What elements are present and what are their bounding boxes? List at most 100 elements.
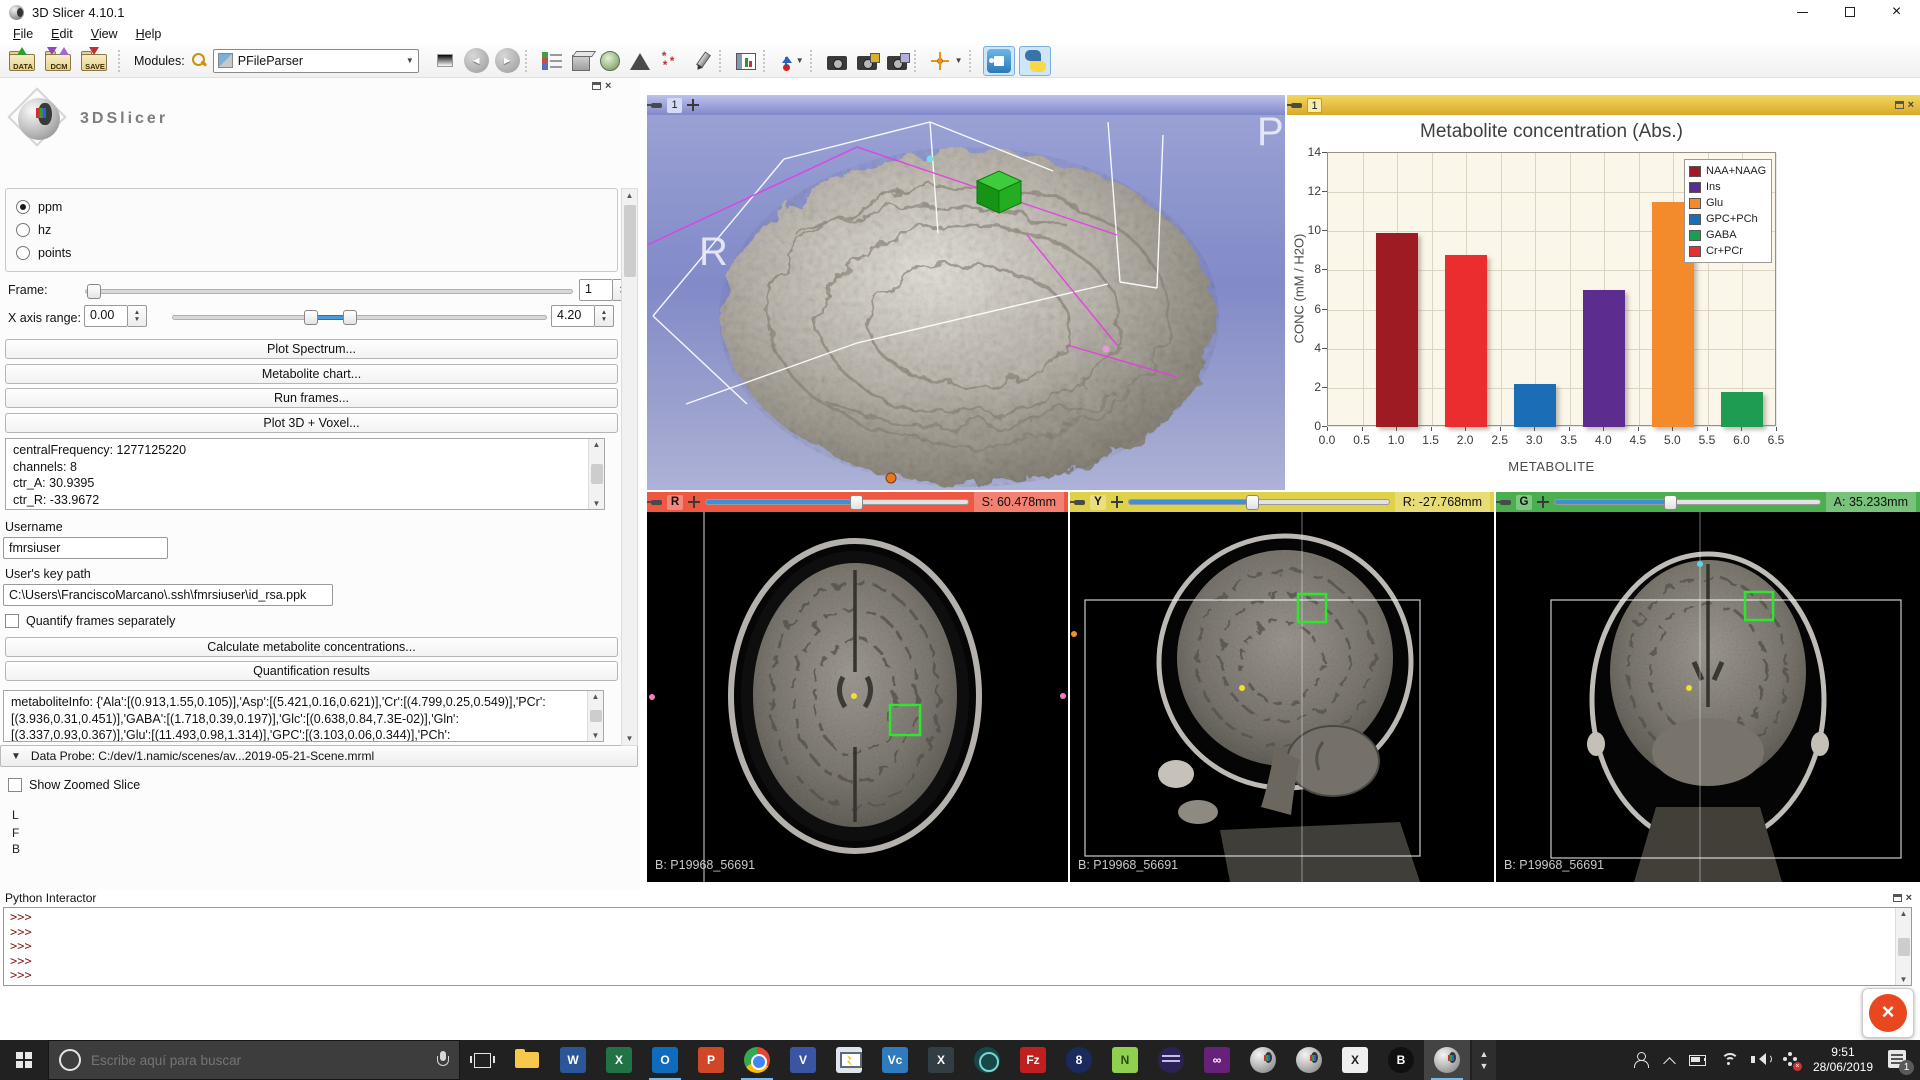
menu-item-view[interactable]: View bbox=[82, 27, 127, 41]
radio-points[interactable]: points bbox=[16, 244, 71, 262]
taskbar-app-word[interactable]: W bbox=[550, 1040, 596, 1080]
volume-icon[interactable] bbox=[1751, 1051, 1769, 1069]
undock-icon[interactable] bbox=[1895, 101, 1904, 109]
pin-icon[interactable] bbox=[1500, 500, 1511, 505]
data-probe-collapse-bar[interactable]: ▼ Data Probe: C:/dev/1.namic/scenes/av..… bbox=[0, 745, 638, 767]
metabolite-chart[interactable]: Metabolite concentration (Abs.) METABOLI… bbox=[1287, 115, 1920, 490]
notification-center-button[interactable]: 1 bbox=[1886, 1048, 1910, 1072]
yellow-fiducial[interactable] bbox=[1239, 685, 1245, 691]
yellow-fiducial[interactable] bbox=[851, 693, 857, 699]
metabolite-scrollbar[interactable]: ▲ ▼ bbox=[587, 691, 603, 741]
button-quantification-results[interactable]: Quantification results bbox=[5, 661, 618, 681]
green-slice-viewport[interactable]: B: P19968_56691 bbox=[1496, 512, 1920, 882]
frame-slider-handle[interactable] bbox=[87, 284, 101, 299]
volume-module-icon[interactable] bbox=[572, 55, 590, 71]
taskbar-app-chrome[interactable] bbox=[734, 1040, 780, 1080]
close-icon[interactable]: × bbox=[1908, 101, 1914, 109]
button-calculate-metabolite-concentrations[interactable]: Calculate metabolite concentrations... bbox=[5, 637, 618, 657]
pin-icon[interactable] bbox=[651, 103, 662, 108]
taskbar-app-slicer-window-1[interactable] bbox=[1240, 1040, 1286, 1080]
x-range-min-spinbox[interactable]: 0.00 ▲▼ bbox=[84, 305, 147, 327]
taskbar-app-x-server[interactable]: X bbox=[1332, 1040, 1378, 1080]
red-slider-handle[interactable] bbox=[850, 495, 863, 510]
save-button[interactable]: SAVE bbox=[80, 49, 110, 73]
panel-scrollbar[interactable]: ▲ ▼ bbox=[621, 188, 638, 746]
load-dicom-button[interactable]: DCM bbox=[44, 49, 74, 73]
annotations-pen-icon[interactable] bbox=[692, 51, 712, 71]
username-input[interactable] bbox=[3, 537, 168, 559]
frame-slider[interactable] bbox=[85, 289, 573, 294]
slice-settings-icon[interactable] bbox=[688, 496, 700, 508]
people-icon[interactable] bbox=[1633, 1051, 1651, 1069]
taskbar-app-slicer-window-2[interactable] bbox=[1286, 1040, 1332, 1080]
scroll-up-icon[interactable]: ▲ bbox=[593, 440, 601, 449]
mouse-mode-dropdown-icon[interactable]: ▼ bbox=[796, 56, 804, 65]
module-search-icon[interactable] bbox=[191, 52, 208, 69]
start-button[interactable] bbox=[0, 1040, 48, 1080]
scroll-down-icon[interactable]: ▼ bbox=[593, 499, 601, 508]
undock-panel-icon[interactable] bbox=[592, 82, 601, 90]
view3d-header[interactable]: 1 bbox=[647, 95, 1285, 115]
view3d-viewport[interactable]: R P bbox=[647, 115, 1285, 490]
green-slice-slider[interactable] bbox=[1554, 499, 1821, 505]
taskbar-app-vnc-viewer[interactable]: Vc bbox=[872, 1040, 918, 1080]
menu-item-help[interactable]: Help bbox=[127, 27, 171, 41]
red-slice-slider[interactable] bbox=[705, 499, 969, 505]
mouse-mode-icon[interactable] bbox=[780, 51, 790, 71]
wifi-icon[interactable] bbox=[1720, 1051, 1738, 1069]
taskbar-search[interactable] bbox=[48, 1040, 460, 1080]
pin-icon[interactable] bbox=[1074, 500, 1085, 505]
fiducials-icon[interactable]: *** bbox=[660, 51, 682, 71]
taskbar-clock[interactable]: 9:51 28/06/2019 bbox=[1813, 1045, 1873, 1075]
scroll-up-icon[interactable]: ▲ bbox=[1900, 909, 1908, 918]
taskbar-app-teal-ring-app[interactable] bbox=[964, 1040, 1010, 1080]
python-console-button[interactable] bbox=[1019, 46, 1051, 76]
scroll-down-icon[interactable]: ▼ bbox=[626, 734, 634, 743]
cyan-fiducial[interactable] bbox=[927, 156, 934, 163]
crosshair-dropdown-icon[interactable]: ▼ bbox=[955, 56, 963, 65]
python-console[interactable]: >>>>>>>>>>>>>>> ▲ ▼ bbox=[3, 907, 1912, 986]
orange-fiducial[interactable] bbox=[886, 473, 896, 483]
button-plot-3d-voxel[interactable]: Plot 3D + Voxel... bbox=[5, 413, 618, 433]
slice-settings-icon[interactable] bbox=[1537, 496, 1549, 508]
green-slider-handle[interactable] bbox=[1664, 495, 1677, 510]
x-range-slider[interactable] bbox=[172, 315, 547, 320]
yellow-slice-header[interactable]: Y R: -27.768mm bbox=[1070, 492, 1494, 512]
x-range-handle-max[interactable] bbox=[343, 310, 357, 325]
extensions-manager-button[interactable] bbox=[983, 46, 1015, 76]
radio-hz[interactable]: hz bbox=[16, 221, 51, 239]
taskbar-app-mplab-x-ide[interactable]: X bbox=[918, 1040, 964, 1080]
yellow-slider-handle[interactable] bbox=[1246, 495, 1259, 510]
taskbar-app-slicer-active[interactable] bbox=[1424, 1040, 1470, 1080]
models-module-icon[interactable] bbox=[600, 51, 620, 71]
task-view-button[interactable] bbox=[460, 1040, 504, 1080]
cyan-fiducial[interactable] bbox=[1697, 561, 1703, 567]
button-plot-spectrum[interactable]: Plot Spectrum... bbox=[5, 339, 618, 359]
search-input[interactable] bbox=[91, 1053, 427, 1068]
metabolite-info-textbox[interactable]: metaboliteInfo: {'Ala':[(0.913,1.55,0.10… bbox=[3, 690, 604, 742]
undock-icon[interactable] bbox=[1893, 894, 1902, 902]
close-button[interactable]: × bbox=[1873, 0, 1920, 24]
scroll-down-icon[interactable]: ▼ bbox=[1900, 975, 1908, 984]
taskbar-app-filezilla[interactable]: Fz bbox=[1010, 1040, 1056, 1080]
taskbar-app-eclipse[interactable] bbox=[1148, 1040, 1194, 1080]
button-metabolite-chart[interactable]: Metabolite chart... bbox=[5, 364, 618, 384]
taskbar-app-winscp[interactable] bbox=[826, 1040, 872, 1080]
button-run-frames[interactable]: Run frames... bbox=[5, 388, 618, 408]
show-zoomed-slice-checkbox[interactable]: Show Zoomed Slice bbox=[8, 778, 140, 792]
pink-fiducial[interactable] bbox=[1102, 345, 1109, 352]
module-selector-combobox[interactable]: PFileParser ▼ bbox=[213, 49, 419, 73]
load-data-button[interactable]: DATA bbox=[8, 49, 38, 73]
view3d-crosshair-icon[interactable] bbox=[687, 99, 699, 111]
crosshair-icon[interactable] bbox=[931, 52, 949, 70]
layout-selector-icon[interactable] bbox=[736, 53, 756, 70]
notification-close-button[interactable]: × bbox=[1862, 988, 1914, 1038]
taskbar-app-outlook[interactable]: O bbox=[642, 1040, 688, 1080]
scene-view-camera-icon[interactable] bbox=[857, 56, 877, 70]
yellow-fiducial[interactable] bbox=[1686, 685, 1692, 691]
x-range-max-spinbox[interactable]: 4.20 ▲▼ bbox=[551, 305, 614, 327]
taskbar-app-beta-circle-app[interactable]: B bbox=[1378, 1040, 1424, 1080]
slice-settings-icon[interactable] bbox=[1111, 496, 1123, 508]
console-scrollbar[interactable]: ▲ ▼ bbox=[1895, 908, 1911, 985]
screenshot-camera-icon[interactable] bbox=[827, 56, 847, 70]
